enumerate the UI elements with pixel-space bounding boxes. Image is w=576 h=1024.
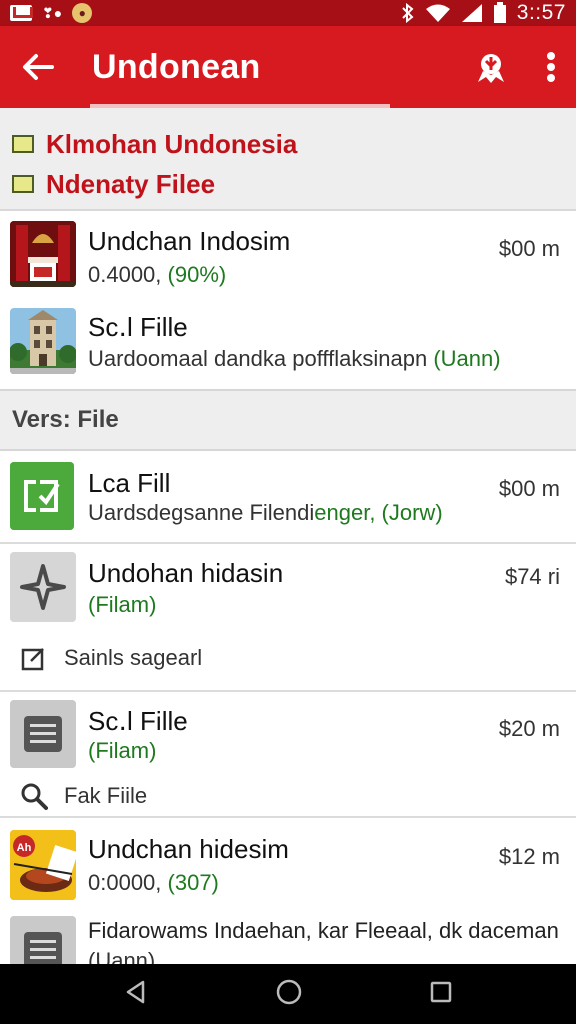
more-vert-icon: [547, 52, 555, 82]
item-price: $12 m: [498, 844, 560, 869]
item-tag: (Filam): [88, 738, 157, 763]
item-action-label: Fak Fiile: [64, 783, 148, 808]
item-subtitle-text: Uardoomaal dandka poffflaksinapn: [88, 346, 434, 371]
svg-text:Ah: Ah: [17, 842, 32, 854]
item-subtitle-text: 0:0000,: [88, 870, 168, 895]
app-title: Undonean: [92, 47, 261, 86]
item-title: Fidarowams Indaehan, kar Fleeaal, dk dac…: [88, 918, 559, 943]
item-price: $00 m: [498, 476, 560, 501]
document-icon: [10, 916, 76, 964]
building-icon: [10, 308, 76, 374]
item-subtitle: Uardsdegsanne Filendienger, (Jorw): [88, 500, 443, 526]
food-icon: Ah: [10, 830, 76, 900]
status-bar: ❣● ● 3::57: [0, 0, 576, 26]
item-action-fak-file[interactable]: Fak Fiile: [20, 782, 147, 810]
search-icon: [20, 782, 48, 810]
item-price: $00 m: [498, 236, 560, 261]
gmail-icon: [10, 5, 32, 21]
back-arrow-icon: [23, 54, 54, 80]
item-title: Sc․l Fille: [88, 706, 188, 736]
item-subtitle: Uardoomaal dandka poffflaksinapn (Uann): [88, 346, 501, 372]
list-item[interactable]: Fidarowams Indaehan, kar Fleeaal, dk dac…: [0, 908, 576, 964]
legend-label: Klmohan Undonesia: [46, 128, 298, 159]
item-tag: (Uann): [433, 346, 501, 371]
nav-back-button[interactable]: [123, 979, 149, 1010]
item-title: Undchan Indosim: [88, 226, 291, 256]
document-icon: [10, 700, 76, 768]
item-price: $20 m: [498, 716, 560, 741]
item-tag: enger, (Jorw): [314, 500, 443, 525]
navigation-bar: [0, 964, 576, 1024]
legend-item[interactable]: Ndenaty Filee: [12, 164, 564, 204]
account-button[interactable]: [474, 49, 508, 85]
item-subtitle: 0:0000, (307): [88, 870, 219, 896]
bluetooth-icon: [402, 3, 414, 23]
compass-icon: [10, 552, 76, 622]
item-action-sainls[interactable]: Sainls sagearl: [20, 644, 202, 672]
item-action-label: Sainls sagearl: [64, 645, 203, 670]
item-title: Lca Fill: [88, 468, 171, 498]
badge-icon: [478, 54, 504, 83]
nav-recents-button[interactable]: [429, 980, 453, 1009]
wifi-icon: [425, 4, 450, 22]
item-subtitle: (Uann): [88, 948, 156, 964]
recents-icon: [430, 981, 452, 1002]
legend-swatch: [12, 175, 34, 193]
item-subtitle: (Filam): [88, 592, 156, 618]
nav-home-button[interactable]: [275, 978, 303, 1011]
item-title: Undchan hidesim: [88, 834, 289, 864]
check-doc-icon: [10, 462, 74, 530]
item-subtitle: 0.4000, (90%): [88, 262, 226, 288]
legend-item[interactable]: Klmohan Undonesia: [12, 124, 564, 164]
shrine-icon: [10, 221, 76, 287]
item-price: $74 ri: [504, 564, 560, 589]
edit-icon: [20, 644, 48, 672]
signal-icon: [461, 4, 482, 22]
legend-label: Ndenaty Filee: [46, 168, 216, 199]
item-percentage: (90%): [167, 262, 227, 287]
app-bar: Undonean: [0, 26, 576, 108]
item-subtitle-text: 0.4000,: [88, 262, 168, 287]
home-icon: [276, 979, 302, 1004]
item-subtitle-text: Uardsdegsanne Filendi: [88, 500, 315, 525]
item-subtitle: (Filam): [88, 738, 156, 764]
status-time: 3::57: [516, 1, 566, 24]
item-tag: (Filam): [88, 592, 157, 617]
list-item[interactable]: Undchan Indosim 0.4000, (90%) $00 m: [0, 212, 576, 300]
overflow-menu-button[interactable]: [546, 51, 556, 83]
list-item[interactable]: Sc․l Fille (Filam) $20 m Fak Fiile: [0, 692, 576, 816]
notification-glyph-icon: ❣●: [42, 5, 63, 21]
item-count: (307): [167, 870, 219, 895]
list-item[interactable]: Sc․l Fille Uardoomaal dandka poffflaksin…: [0, 300, 576, 388]
section-header: Vers: File: [0, 389, 576, 451]
battery-icon: [493, 2, 506, 23]
list-item[interactable]: Lca Fill Uardsdegsanne Filendienger, (Jo…: [0, 452, 576, 542]
header-legend: Klmohan Undonesia Ndenaty Filee: [0, 108, 576, 211]
item-title: Undohan hidasin: [88, 558, 284, 588]
list-item[interactable]: Ah Undchan hidesim 0:0000, (307) $12 m: [0, 818, 576, 908]
item-title: Sc․l Fille: [88, 312, 188, 342]
section-title: Vers: File: [12, 406, 119, 433]
back-arrow-button[interactable]: [22, 53, 54, 81]
legend-swatch: [12, 135, 34, 153]
back-icon: [126, 980, 145, 1003]
list-item[interactable]: Undohan hidasin (Filam) $74 ri Sainls sa…: [0, 544, 576, 690]
app-badge-icon: ●: [72, 3, 93, 23]
